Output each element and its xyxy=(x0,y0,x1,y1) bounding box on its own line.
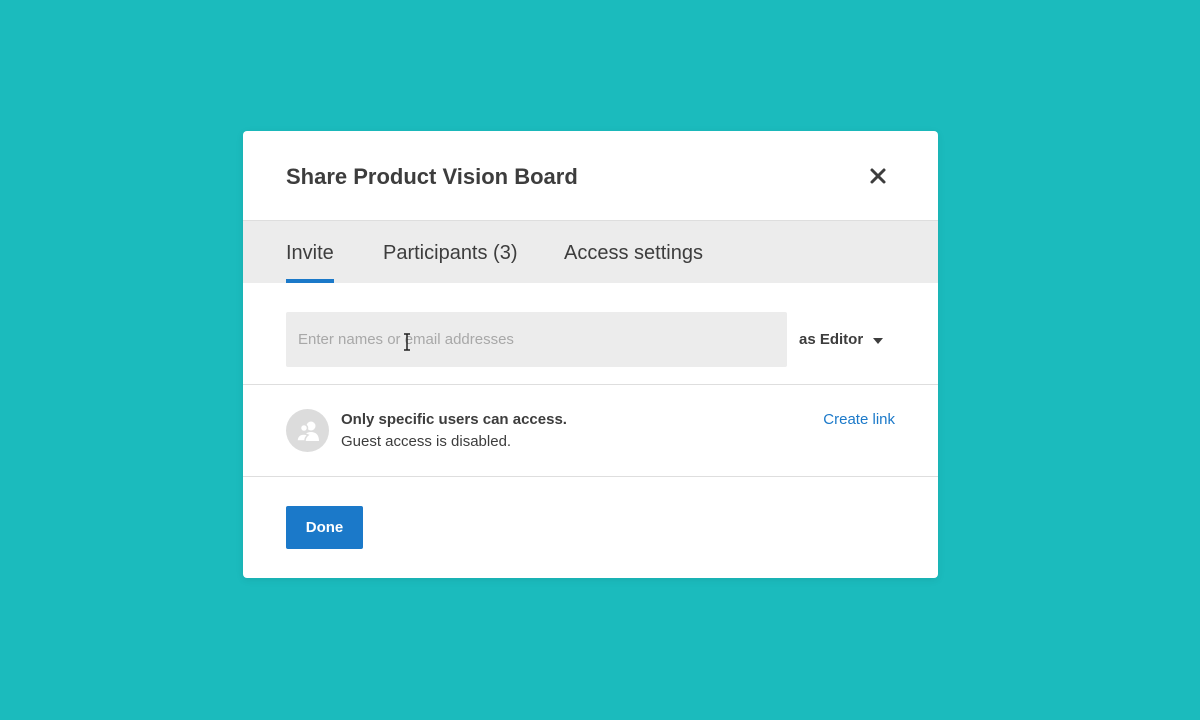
dialog-header: Share Product Vision Board xyxy=(243,131,938,221)
tab-invite[interactable]: Invite xyxy=(286,221,334,283)
invite-section: as Editor xyxy=(243,283,938,385)
users-icon xyxy=(296,421,319,442)
access-info-section: Only specific users can access. Guest ac… xyxy=(243,385,938,477)
tab-access-settings[interactable]: Access settings xyxy=(564,221,703,283)
tab-bar: Invite Participants (3) Access settings xyxy=(243,221,938,283)
access-title: Only specific users can access. xyxy=(341,411,567,428)
create-link-button[interactable]: Create link xyxy=(823,411,895,428)
done-button[interactable]: Done xyxy=(286,506,363,549)
access-subtitle: Guest access is disabled. xyxy=(341,433,512,450)
close-icon xyxy=(870,168,886,184)
caret-down-icon[interactable] xyxy=(873,338,883,344)
close-button[interactable] xyxy=(865,163,891,189)
dialog-title: Share Product Vision Board xyxy=(286,164,578,189)
tab-participants[interactable]: Participants (3) xyxy=(383,221,518,283)
share-dialog: Share Product Vision Board Invite Partic… xyxy=(243,131,938,578)
role-dropdown[interactable]: as Editor xyxy=(799,312,863,367)
avatar xyxy=(286,409,329,452)
invite-input[interactable] xyxy=(286,312,787,367)
role-label: as Editor xyxy=(799,331,864,348)
